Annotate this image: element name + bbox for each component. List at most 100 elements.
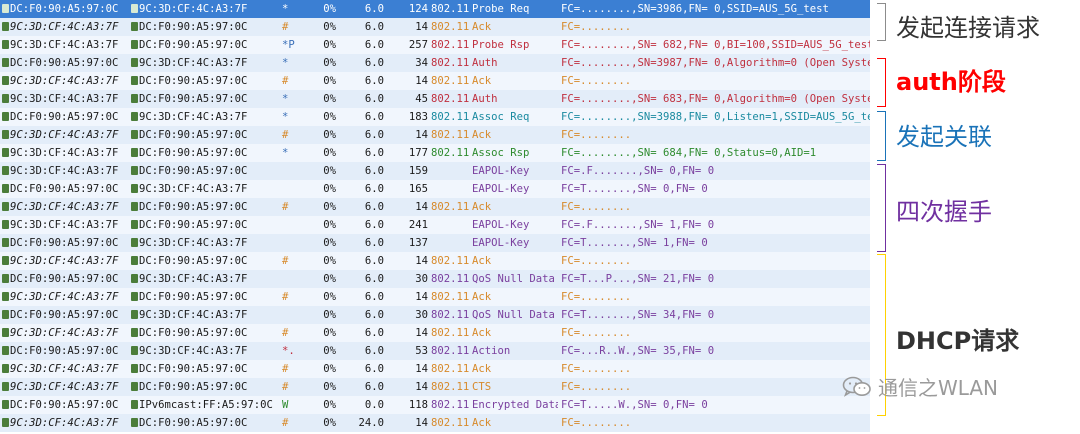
packet-row[interactable]: DC:F0:90:A5:97:0C 9C:3D:CF:4C:A3:7F *. 0% 6.… — [0, 342, 870, 360]
packet-row[interactable]: 9C:3D:CF:4C:A3:7F DC:F0:90:A5:97:0C * 0% 6.0… — [0, 144, 870, 162]
destination-address: IPv6mcast:FF:A5:97:0C — [131, 396, 279, 414]
label-connect: 发起连接请求 — [896, 14, 1040, 42]
packet-size: 45 — [415, 93, 428, 105]
device-icon — [2, 112, 9, 121]
protocol: 802.11 — [431, 39, 470, 51]
packet-row[interactable]: 9C:3D:CF:4C:A3:7F DC:F0:90:A5:97:0C #0% 6.0… — [0, 324, 870, 342]
packet-row[interactable]: 9C:3D:CF:4C:A3:7F DC:F0:90:A5:97:0C 0% 6.0 1… — [0, 162, 870, 180]
device-icon — [2, 22, 9, 31]
destination-address: DC:F0:90:A5:97:0C — [131, 216, 279, 234]
packet-size: 159 — [408, 165, 428, 177]
data-rate: 6.0 — [364, 183, 384, 195]
device-icon — [2, 292, 9, 301]
packet-row[interactable]: 9C:3D:CF:4C:A3:7F DC:F0:90:A5:97:0C * 0% 6.0… — [0, 90, 870, 108]
packet-type: EAPOL-Key — [472, 183, 530, 195]
flags: * — [282, 93, 289, 105]
packet-size: 14 — [415, 201, 428, 213]
packet-row[interactable]: 9C:3D:CF:4C:A3:7F DC:F0:90:A5:97:0C 0% 6.0 2… — [0, 216, 870, 234]
source-address: 9C:3D:CF:4C:A3:7F — [2, 126, 130, 144]
packet-row[interactable]: 9C:3D:CF:4C:A3:7F DC:F0:90:A5:97:0C #0% 6.0… — [0, 288, 870, 306]
watermark-text: 通信之WLAN — [878, 376, 999, 400]
packet-type: EAPOL-Key — [472, 237, 530, 249]
source-address: 9C:3D:CF:4C:A3:7F — [2, 216, 130, 234]
packet-type: Assoc Req — [472, 111, 530, 123]
device-icon — [2, 4, 9, 13]
packet-row[interactable]: 9C:3D:CF:4C:A3:7F DC:F0:90:A5:97:0C #0% 6.0… — [0, 126, 870, 144]
label-assoc: 发起关联 — [896, 123, 992, 151]
summary: FC=........,SN=3986,FN= 0,SSID=AUS_5G_te… — [561, 3, 829, 15]
source-address: DC:F0:90:A5:97:0C — [2, 108, 130, 126]
signal-percent: 0% — [323, 399, 336, 411]
packet-row[interactable]: 9C:3D:CF:4C:A3:7F DC:F0:90:A5:97:0C *P 0% 6.… — [0, 36, 870, 54]
device-icon — [131, 418, 138, 427]
device-icon — [131, 400, 138, 409]
packet-row[interactable]: 9C:3D:CF:4C:A3:7F DC:F0:90:A5:97:0C #0% 6.0… — [0, 252, 870, 270]
packet-type: CTS — [472, 381, 492, 393]
packet-row[interactable]: 9C:3D:CF:4C:A3:7F DC:F0:90:A5:97:0C #0% 6.0… — [0, 360, 870, 378]
summary: FC=........ — [561, 201, 632, 213]
summary: FC=........ — [561, 291, 632, 303]
data-rate: 6.0 — [364, 345, 384, 357]
destination-address: DC:F0:90:A5:97:0C — [131, 18, 279, 36]
data-rate: 6.0 — [364, 165, 384, 177]
device-icon — [131, 112, 138, 121]
packet-row[interactable]: DC:F0:90:A5:97:0C 9C:3D:CF:4C:A3:7F * 0% 6.0… — [0, 108, 870, 126]
packet-row[interactable]: 9C:3D:CF:4C:A3:7F DC:F0:90:A5:97:0C #0% 6.0… — [0, 72, 870, 90]
destination-address: DC:F0:90:A5:97:0C — [131, 288, 279, 306]
watermark: 通信之WLAN — [842, 372, 998, 401]
packet-row[interactable]: DC:F0:90:A5:97:0C 9C:3D:CF:4C:A3:7F * 0% 6.0… — [0, 0, 870, 18]
source-address: 9C:3D:CF:4C:A3:7F — [2, 18, 130, 36]
packet-type: Ack — [472, 363, 492, 375]
signal-percent: 0% — [323, 93, 336, 105]
data-rate: 6.0 — [364, 309, 384, 321]
packet-row[interactable]: DC:F0:90:A5:97:0C IPv6mcast:FF:A5:97:0C W 0… — [0, 396, 870, 414]
packet-size: 14 — [415, 363, 428, 375]
flags: # — [282, 201, 289, 213]
source-address: 9C:3D:CF:4C:A3:7F — [2, 36, 130, 54]
bracket-auth — [877, 58, 886, 107]
destination-address: DC:F0:90:A5:97:0C — [131, 360, 279, 378]
flags: # — [282, 255, 289, 267]
packet-row[interactable]: 9C:3D:CF:4C:A3:7F DC:F0:90:A5:97:0C #0% 6.0… — [0, 18, 870, 36]
device-icon — [131, 328, 138, 337]
packet-type: Ack — [472, 129, 492, 141]
data-rate: 6.0 — [364, 255, 384, 267]
summary: FC=........ — [561, 417, 632, 429]
destination-address: DC:F0:90:A5:97:0C — [131, 126, 279, 144]
data-rate: 24.0 — [358, 417, 384, 429]
data-rate: 6.0 — [364, 75, 384, 87]
packet-row[interactable]: DC:F0:90:A5:97:0C 9C:3D:CF:4C:A3:7F * 0% 6.0… — [0, 54, 870, 72]
device-icon — [2, 166, 9, 175]
packet-size: 34 — [415, 57, 428, 69]
packet-row[interactable]: DC:F0:90:A5:97:0C 9C:3D:CF:4C:A3:7F 0% 6.0 3… — [0, 306, 870, 324]
packet-row[interactable]: 9C:3D:CF:4C:A3:7F DC:F0:90:A5:97:0C #0% 24.… — [0, 414, 870, 432]
protocol: 802.11 — [431, 201, 470, 213]
flags: # — [282, 291, 289, 303]
source-address: 9C:3D:CF:4C:A3:7F — [2, 360, 130, 378]
packet-type: Action — [472, 345, 511, 357]
packet-row[interactable]: 9C:3D:CF:4C:A3:7F DC:F0:90:A5:97:0C #0% 6.0… — [0, 378, 870, 396]
data-rate: 6.0 — [364, 21, 384, 33]
protocol: 802.11 — [431, 111, 470, 123]
flags: * — [282, 111, 289, 123]
protocol: 802.11 — [431, 291, 470, 303]
signal-percent: 0% — [323, 237, 336, 249]
packet-type: Auth — [472, 93, 498, 105]
device-icon — [131, 310, 138, 319]
source-address: DC:F0:90:A5:97:0C — [2, 234, 130, 252]
source-address: DC:F0:90:A5:97:0C — [2, 0, 130, 18]
packet-row[interactable]: 9C:3D:CF:4C:A3:7F DC:F0:90:A5:97:0C #0% 6.0… — [0, 198, 870, 216]
device-icon — [2, 94, 9, 103]
flags: # — [282, 327, 289, 339]
signal-percent: 0% — [323, 327, 336, 339]
packet-row[interactable]: DC:F0:90:A5:97:0C 9C:3D:CF:4C:A3:7F 0% 6.0 1… — [0, 234, 870, 252]
packet-type: QoS Null Data — [472, 273, 555, 285]
packet-row[interactable]: DC:F0:90:A5:97:0C 9C:3D:CF:4C:A3:7F 0% 6.0 1… — [0, 180, 870, 198]
device-icon — [131, 256, 138, 265]
destination-address: DC:F0:90:A5:97:0C — [131, 72, 279, 90]
packet-size: 183 — [408, 111, 428, 123]
packet-row[interactable]: DC:F0:90:A5:97:0C 9C:3D:CF:4C:A3:7F 0% 6.0 3… — [0, 270, 870, 288]
device-icon — [131, 130, 138, 139]
label-auth: auth阶段 — [896, 68, 1006, 96]
packet-type: Ack — [472, 201, 492, 213]
